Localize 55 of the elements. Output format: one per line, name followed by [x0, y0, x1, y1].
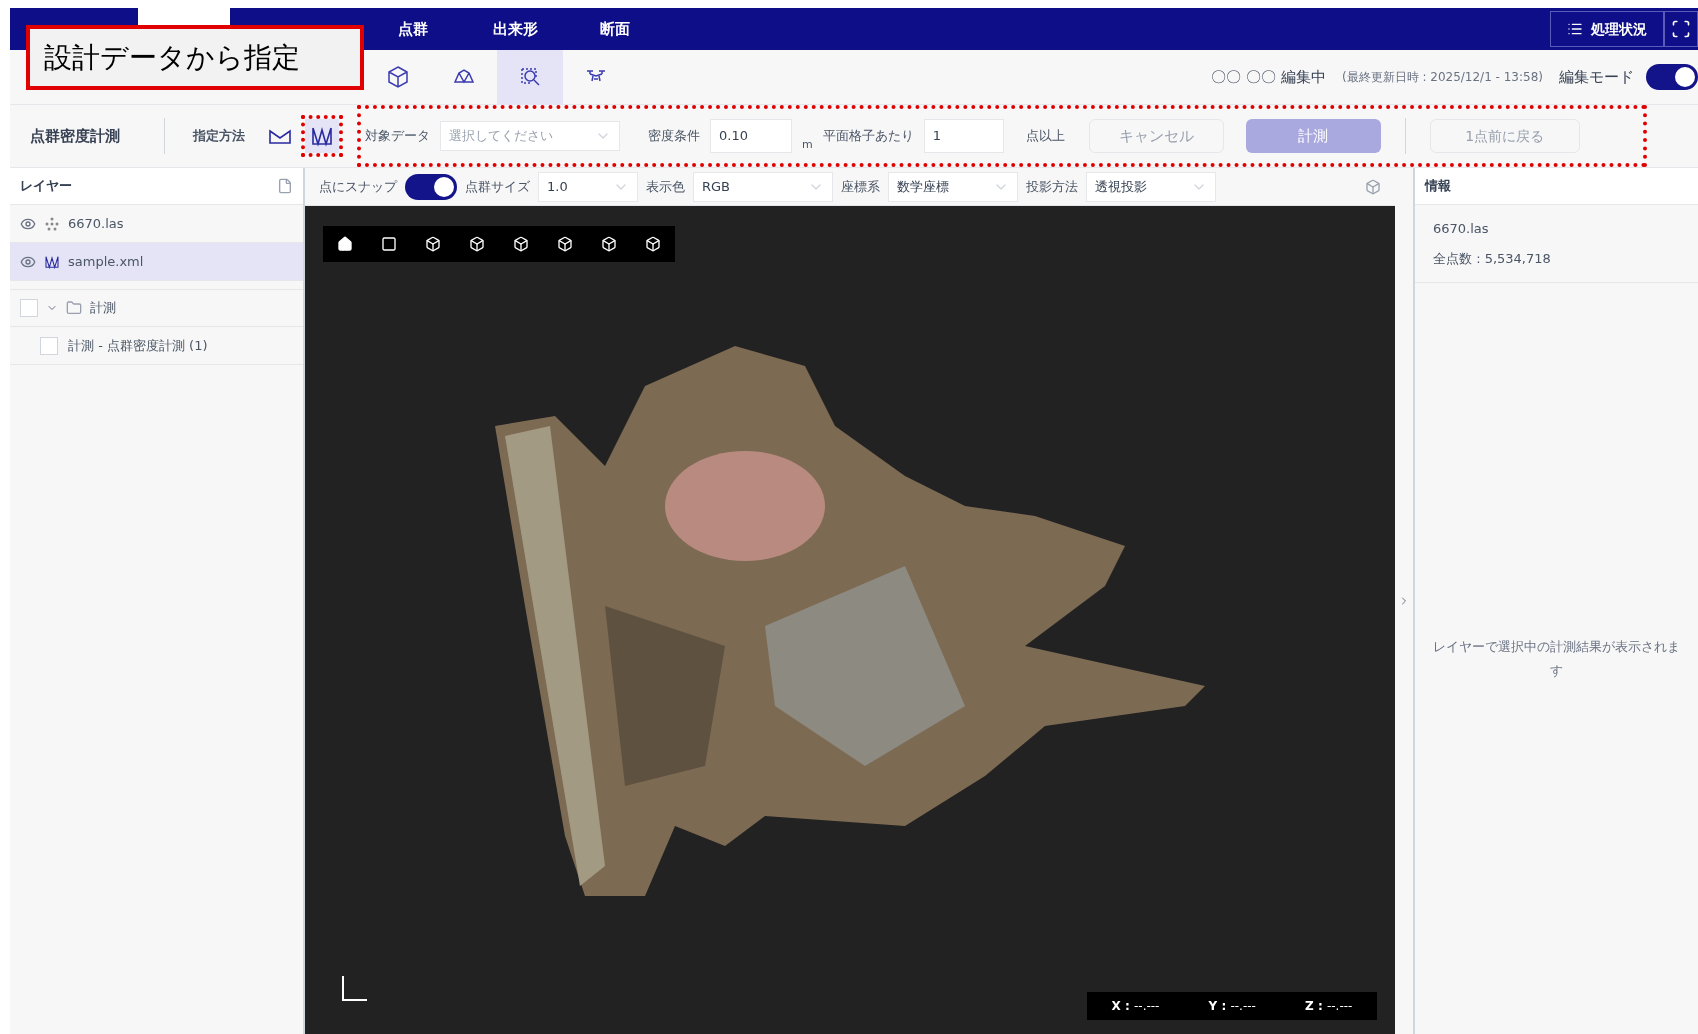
- file-icon: [277, 178, 293, 194]
- tool-button[interactable]: [497, 49, 563, 105]
- field-label: 点にスナップ: [319, 177, 397, 196]
- editor-status: 〇〇 〇〇 編集中: [1211, 66, 1326, 88]
- menu-tab[interactable]: 断面: [575, 8, 655, 50]
- point-count: 全点数 : 5,534,718: [1433, 249, 1552, 268]
- projection-select[interactable]: 透視投影: [1086, 171, 1216, 202]
- field-label: 平面格子あたり: [822, 127, 914, 146]
- callout-tooltip: 設計データから指定: [26, 25, 364, 90]
- layer-row[interactable]: 計測 - 点群密度計測 (1): [10, 327, 303, 365]
- checkbox[interactable]: [20, 299, 38, 317]
- density-input[interactable]: 0.10: [710, 119, 792, 153]
- field-label: 投影方法: [1026, 177, 1078, 196]
- folder-icon: [66, 300, 82, 316]
- grid-count-input[interactable]: 1: [923, 119, 1004, 153]
- cube-icon: [386, 65, 410, 89]
- point-size-select[interactable]: 1.0: [538, 171, 638, 202]
- panel-title: レイヤー: [20, 177, 72, 196]
- unit-label: m: [802, 136, 813, 153]
- layer-name: 計測: [90, 299, 116, 318]
- point-cloud-icon: [44, 215, 60, 232]
- empty-message: レイヤーで選択中の計測結果が表示されます: [1433, 637, 1680, 680]
- layer-name: 6670.las: [68, 214, 124, 233]
- menu-tab[interactable]: 出来形: [455, 8, 575, 50]
- layer-name: 計測 - 点群密度計測 (1): [68, 336, 208, 355]
- coordinate-value: X : --.---: [1111, 998, 1160, 1015]
- tool-title: 点群密度計測: [30, 125, 121, 147]
- display-color-select[interactable]: RGB: [693, 171, 833, 202]
- coordinate-value: Z : --.---: [1305, 998, 1353, 1015]
- coordinate-value: Y : --.---: [1208, 998, 1256, 1015]
- layer-group-row[interactable]: 計測: [10, 289, 303, 327]
- panel-title: 情報: [1425, 177, 1451, 196]
- list-icon: [1567, 21, 1583, 37]
- file-name: 6670.las: [1433, 220, 1490, 238]
- layer-row[interactable]: sample.xml: [10, 243, 303, 281]
- fullscreen-button[interactable]: [1664, 11, 1698, 47]
- field-label: 密度条件: [648, 127, 700, 146]
- field-label: 点群サイズ: [465, 177, 530, 196]
- last-updated: (最終更新日時 : 2025/12/1 - 13:58): [1341, 69, 1543, 86]
- snap-toggle[interactable]: [405, 173, 457, 200]
- edit-mode-label: 編集モード: [1559, 66, 1634, 88]
- status-button[interactable]: 処理状況: [1550, 11, 1664, 47]
- field-label: 表示色: [646, 177, 685, 196]
- layer-name: sample.xml: [68, 252, 144, 271]
- fullscreen-icon: [1671, 19, 1691, 39]
- field-label: 点以上: [1025, 127, 1065, 146]
- field-label: 座標系: [841, 177, 880, 196]
- coordinate-system-select[interactable]: 数学座標: [888, 171, 1018, 202]
- method-option[interactable]: [305, 119, 339, 153]
- axis-icon: [339, 974, 369, 1004]
- menu-tab[interactable]: 点群: [370, 8, 455, 50]
- method-label: 指定方法: [193, 127, 245, 146]
- checkbox[interactable]: [40, 336, 58, 355]
- edit-mode-toggle[interactable]: [1646, 64, 1698, 90]
- field-label: 対象データ: [365, 127, 430, 146]
